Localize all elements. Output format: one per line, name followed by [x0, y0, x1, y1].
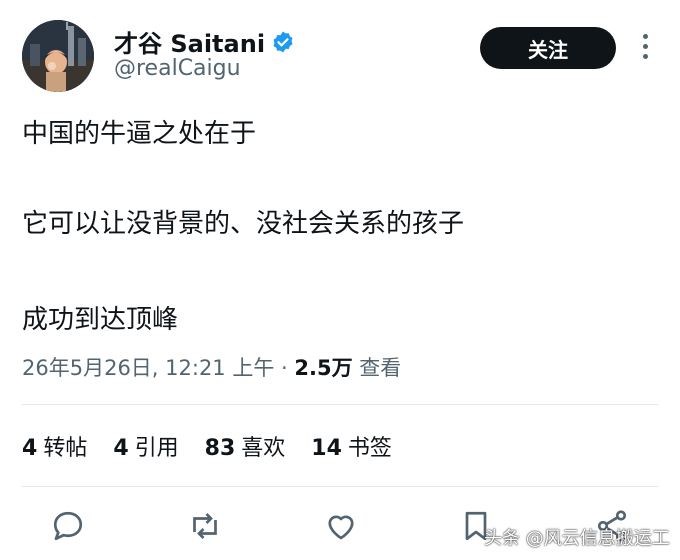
- avatar[interactable]: [22, 20, 94, 92]
- avatar-image: [22, 20, 94, 92]
- reposts-stat[interactable]: 4 转帖: [22, 430, 87, 462]
- views-count: 2.5万: [294, 356, 353, 380]
- reposts-label: 转帖: [43, 436, 88, 461]
- like-icon[interactable]: [323, 508, 359, 544]
- likes-label: 喜欢: [241, 436, 286, 461]
- repost-icon[interactable]: [187, 508, 223, 544]
- tweet-text-line-2: 它可以让没背景的、没社会关系的孩子: [22, 209, 465, 239]
- watermark: 头条 @风云信息搬运工: [484, 528, 670, 549]
- divider: [22, 404, 658, 405]
- bookmarks-count: 14: [311, 436, 342, 461]
- bookmarks-label: 书签: [347, 436, 392, 461]
- tweet-text-line-1: 中国的牛逼之处在于: [22, 119, 257, 149]
- author-name-row: 才谷 Saitani: [114, 24, 295, 59]
- quotes-label: 引用: [134, 436, 179, 461]
- divider: [22, 486, 658, 487]
- likes-stat[interactable]: 83 喜欢: [205, 430, 286, 462]
- reposts-count: 4: [22, 436, 38, 461]
- tweet-timestamp[interactable]: 26年5月26日, 12:21 上午: [22, 356, 274, 380]
- likes-count: 83: [204, 436, 236, 461]
- reply-icon[interactable]: [50, 508, 86, 544]
- more-options-icon[interactable]: [639, 34, 651, 64]
- tweet-text-line-3: 成功到达顶峰: [22, 305, 179, 335]
- author-handle[interactable]: @realCaigu: [114, 56, 241, 81]
- views-label: 查看: [352, 356, 402, 380]
- engagement-stats: 4 转帖 4 引用 83 喜欢 14 书签: [22, 430, 392, 462]
- author-display-name[interactable]: 才谷 Saitani: [114, 24, 265, 59]
- quotes-count: 4: [113, 436, 129, 461]
- verified-badge-icon: [273, 31, 293, 52]
- quotes-stat[interactable]: 4 引用: [113, 430, 178, 462]
- meta-separator: ·: [274, 356, 295, 380]
- tweet-meta: 26年5月26日, 12:21 上午 · 2.5万 查看: [22, 352, 401, 382]
- follow-button[interactable]: 关注: [480, 27, 616, 69]
- bookmarks-stat[interactable]: 14 书签: [311, 430, 392, 462]
